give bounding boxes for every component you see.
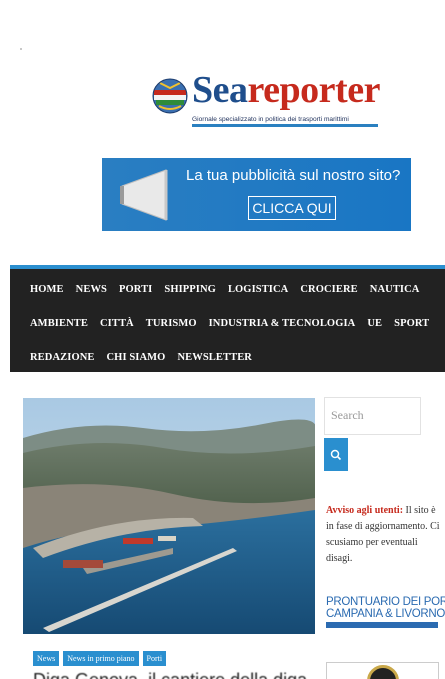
port-aerial-photo <box>23 398 315 634</box>
nav-item-chi-siamo[interactable]: CHI SIAMO <box>107 352 166 363</box>
logo-word-reporter: reporter <box>247 69 381 111</box>
ad-banner[interactable]: La tua pubblicità sul nostro sito? CLICC… <box>102 158 411 231</box>
nav-item-logistica[interactable]: LOGISTICA <box>228 284 288 295</box>
globe-flags-icon <box>152 78 188 114</box>
nav-item-turismo[interactable]: TURISMO <box>146 318 197 329</box>
sidebar-badge-banner[interactable] <box>326 662 439 679</box>
prontuario-line2: CAMPANIA & LIVORNO <box>326 608 445 620</box>
nav-row-1: HOME NEWS PORTI SHIPPING LOGISTICA CROCI… <box>30 284 419 295</box>
search-input[interactable]: Search <box>324 397 421 435</box>
tag-news[interactable]: News <box>33 651 60 666</box>
notice-label: Avviso agli utenti: <box>326 505 404 516</box>
nav-item-newsletter[interactable]: NEWSLETTER <box>177 352 252 363</box>
tag-news-primo-piano[interactable]: News in primo piano <box>63 651 139 666</box>
nav-item-industria-tecnologia[interactable]: INDUSTRIA & TECNOLOGIA <box>209 318 356 329</box>
nav-item-crociere[interactable]: CROCIERE <box>300 284 357 295</box>
user-notice: Avviso agli utenti: Il sito è in fase di… <box>326 503 442 567</box>
ad-banner-button[interactable]: CLICCA QUI <box>248 196 336 220</box>
nav-item-citta[interactable]: CITTÀ <box>100 318 134 329</box>
seal-icon <box>367 665 399 679</box>
logo-wordmark: Seareporter <box>192 66 380 114</box>
nav-row-2: AMBIENTE CITTÀ TURISMO INDUSTRIA & TECNO… <box>30 318 429 329</box>
prontuario-bar <box>326 622 438 628</box>
logo-subtitle: Giornale specializzato in politica dei t… <box>192 116 378 127</box>
nav-item-news[interactable]: NEWS <box>76 284 107 295</box>
prontuario-banner[interactable]: PRONTUARIO DEI PORTI CAMPANIA & LIVORNO <box>326 596 445 640</box>
nav-item-shipping[interactable]: SHIPPING <box>164 284 216 295</box>
article-hero-image[interactable] <box>23 398 315 634</box>
prontuario-line1: PRONTUARIO DEI PORTI <box>326 596 445 608</box>
nav-item-ambiente[interactable]: AMBIENTE <box>30 318 88 329</box>
nav-item-porti[interactable]: PORTI <box>119 284 152 295</box>
article-headline[interactable]: Diga Genova, il cantiere della diga <box>33 670 307 679</box>
article-tags: News News in primo piano Porti <box>33 651 167 666</box>
decorative-dot <box>20 48 22 50</box>
search-button[interactable] <box>324 438 348 471</box>
main-nav: HOME NEWS PORTI SHIPPING LOGISTICA CROCI… <box>10 265 445 372</box>
site-logo[interactable]: Seareporter Giornale specializzato in po… <box>152 69 388 136</box>
nav-item-sport[interactable]: SPORT <box>394 318 429 329</box>
nav-item-home[interactable]: HOME <box>30 284 64 295</box>
tag-porti[interactable]: Porti <box>142 651 167 666</box>
nav-item-nautica[interactable]: NAUTICA <box>370 284 420 295</box>
megaphone-icon <box>120 169 168 221</box>
nav-item-redazione[interactable]: REDAZIONE <box>30 352 95 363</box>
logo-word-sea: Sea <box>192 69 248 111</box>
search-icon <box>330 449 342 460</box>
nav-item-ue[interactable]: UE <box>367 318 382 329</box>
nav-row-3: REDAZIONE CHI SIAMO NEWSLETTER <box>30 352 252 363</box>
ad-banner-text: La tua pubblicità sul nostro sito? <box>186 167 401 184</box>
